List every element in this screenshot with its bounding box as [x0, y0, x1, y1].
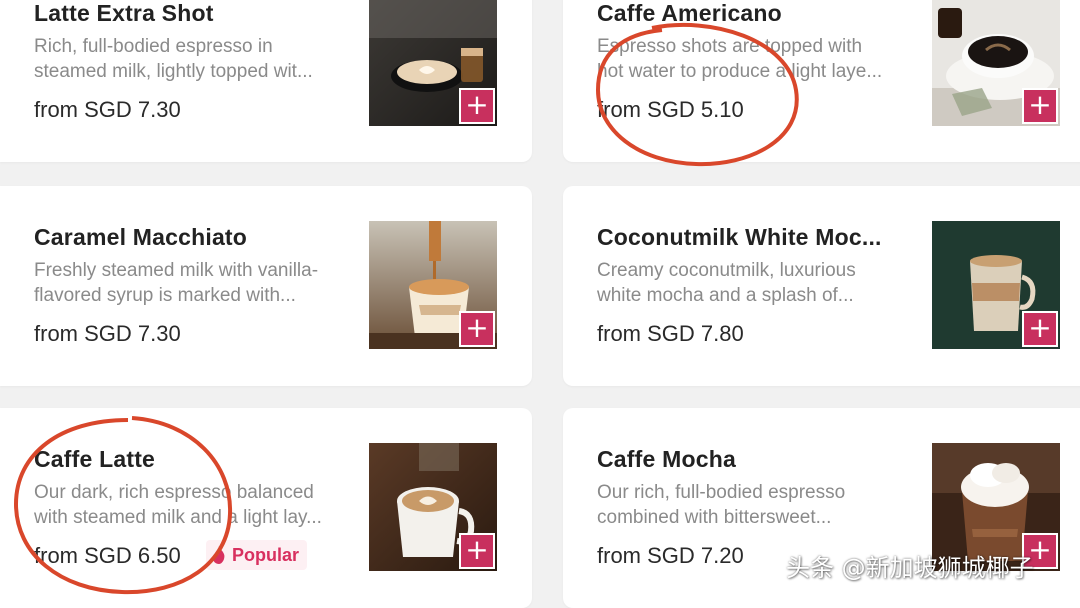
- product-name: Caffe Americano: [597, 0, 782, 26]
- product-price: from SGD 7.80: [597, 321, 744, 346]
- description-line: with steamed milk and a light lay...: [34, 507, 322, 528]
- product-description: Creamy coconutmilk, luxurious white moch…: [597, 258, 907, 308]
- badge-label: Popular: [232, 545, 300, 565]
- popular-badge: Popular: [206, 540, 308, 573]
- product-description: Espresso shots are topped with hot water…: [597, 34, 907, 84]
- product-price: from SGD 5.10: [597, 97, 744, 122]
- product-price: from SGD 7.30: [34, 97, 181, 122]
- product-name: Caffe Latte: [34, 446, 156, 472]
- product-name: Caffe Mocha: [597, 446, 736, 472]
- description-line: Espresso shots are topped with: [597, 36, 863, 57]
- description-line: Our dark, rich espresso balanced: [34, 482, 314, 503]
- product-description: Rich, full-bodied espresso in steamed mi…: [34, 34, 344, 84]
- description-line: Our rich, full-bodied espresso: [597, 482, 846, 503]
- product-card-coconutmilk-white-mocha[interactable]: Coconutmilk White Moc... Creamy coconutm…: [563, 186, 1080, 386]
- caffe-americano-photo: +: [932, 0, 1060, 126]
- add-to-cart-button[interactable]: +: [459, 533, 495, 569]
- add-to-cart-button[interactable]: +: [459, 311, 495, 347]
- product-card-latte-extra-shot[interactable]: Latte Extra Shot Rich, full-bodied espre…: [0, 0, 532, 162]
- description-line: flavored syrup is marked with...: [34, 285, 296, 306]
- description-line: white mocha and a splash of...: [597, 285, 854, 306]
- product-price: from SGD 6.50: [34, 543, 181, 568]
- product-card-caffe-americano[interactable]: Caffe Americano Espresso shots are toppe…: [563, 0, 1080, 162]
- caramel-macchiato-photo: +: [369, 221, 497, 349]
- add-to-cart-button[interactable]: +: [1022, 311, 1058, 347]
- product-description: Our rich, full-bodied espresso combined …: [597, 480, 907, 530]
- product-name: Caramel Macchiato: [34, 224, 248, 250]
- product-price: from SGD 7.20: [597, 543, 744, 568]
- product-name: Latte Extra Shot: [34, 0, 214, 26]
- caffe-latte-photo: +: [369, 443, 497, 571]
- description-line: combined with bittersweet...: [597, 507, 832, 528]
- watermark: 头条 @新加坡狮城椰子: [786, 554, 1034, 582]
- product-card-caffe-latte[interactable]: Caffe Latte Our dark, rich espresso bala…: [0, 408, 532, 608]
- latte-extra-shot-photo: +: [369, 0, 497, 126]
- add-to-cart-button[interactable]: +: [459, 88, 495, 124]
- description-line: Freshly steamed milk with vanilla-: [34, 260, 319, 281]
- flame-icon: [212, 543, 226, 573]
- product-description: Our dark, rich espresso balanced with st…: [34, 480, 344, 530]
- description-line: hot water to produce a light laye...: [597, 61, 883, 82]
- description-line: Creamy coconutmilk, luxurious: [597, 260, 856, 281]
- product-description: Freshly steamed milk with vanilla- flavo…: [34, 258, 344, 308]
- product-card-caramel-macchiato[interactable]: Caramel Macchiato Freshly steamed milk w…: [0, 186, 532, 386]
- description-line: Rich, full-bodied espresso in: [34, 36, 273, 57]
- product-price: from SGD 7.30: [34, 321, 181, 346]
- coconutmilk-white-mocha-photo: +: [932, 221, 1060, 349]
- add-to-cart-button[interactable]: +: [1022, 88, 1058, 124]
- product-grid: Latte Extra Shot Rich, full-bodied espre…: [0, 0, 1080, 608]
- description-line: steamed milk, lightly topped wit...: [34, 61, 313, 82]
- product-name: Coconutmilk White Moc...: [597, 224, 882, 250]
